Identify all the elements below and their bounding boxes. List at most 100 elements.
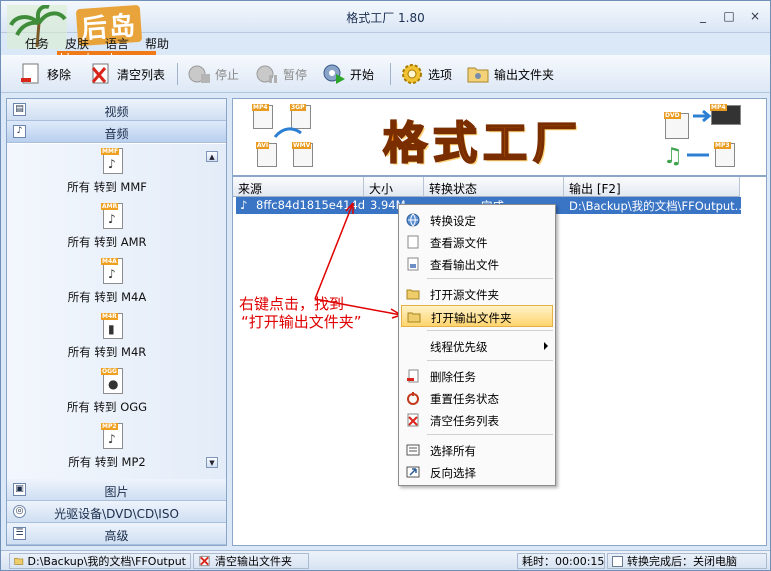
clear-list-button[interactable]: 清空列表 [89, 61, 165, 87]
menu-item-open-output-folder[interactable]: 打开输出文件夹 [401, 305, 553, 327]
3gp-file-icon: 3GP [290, 104, 311, 129]
clear-list-icon [89, 62, 113, 86]
remove-label: 移除 [47, 67, 72, 82]
app-banner: MP4 3GP AVI WMV 格式工厂 DVD MP4 MP3 ♫ [232, 98, 767, 176]
row-output: D:\Backup\我的文档\FFOutput... [569, 199, 741, 213]
pause-icon [255, 62, 279, 86]
audio-item-m4a[interactable]: M4A ♪ 所有 转到 M4A [7, 258, 207, 313]
start-label: 开始 [350, 67, 375, 82]
menu-separator [427, 434, 553, 435]
remove-button[interactable]: 移除 [19, 61, 71, 87]
submenu-arrow-icon [544, 342, 548, 350]
menu-item-delete-task[interactable]: 删除任务 [401, 365, 553, 387]
menu-help[interactable]: 帮助 [137, 33, 177, 53]
audio-item-m4r[interactable]: M4R ▮ 所有 转到 M4R [7, 313, 207, 368]
category-advanced[interactable]: ☰ 高级 [7, 523, 226, 545]
shutdown-checkbox[interactable] [612, 555, 623, 567]
m4r-file-icon: M4R ▮ [101, 313, 123, 339]
options-button[interactable]: 选项 [400, 61, 452, 87]
window-controls: _ □ × [696, 9, 762, 23]
menu-separator [427, 330, 553, 331]
audio-format-list: MMF ♪ 所有 转到 MMF AMR ♪ 所有 转到 AMR M4A ♪ 所有 转到… [7, 144, 226, 479]
audio-item-label: 所有 转到 M4A [67, 290, 147, 304]
audio-item-label: 所有 转到 M4R [67, 345, 147, 359]
app-window: 格式工厂 1.80 _ □ × 后岛 bbs.houdao.com 任务 皮肤 … [0, 0, 771, 571]
invert-selection-icon [406, 466, 420, 478]
output-path-button[interactable]: D:\Backup\我的文档\FFOutput [9, 553, 191, 569]
mmf-file-icon: MMF ♪ [101, 148, 123, 174]
menu-item-view-source[interactable]: 查看源文件 [401, 231, 553, 253]
svg-text:♫: ♫ [663, 144, 683, 167]
category-picture[interactable]: ▣ 图片 [7, 479, 226, 501]
category-video-label: 视频 [104, 105, 129, 119]
status-bar: D:\Backup\我的文档\FFOutput 清空输出文件夹 耗时：00:00… [1, 550, 770, 570]
output-folder-button[interactable]: 输出文件夹 [466, 61, 554, 87]
audio-item-amr[interactable]: AMR ♪ 所有 转到 AMR [7, 203, 207, 258]
category-audio[interactable]: ♪ 音频 [7, 121, 226, 143]
folder-icon [14, 557, 24, 565]
banner-title: 格式工厂 [382, 117, 583, 170]
select-all-icon [406, 444, 420, 456]
delete-icon [407, 369, 419, 383]
menu-language[interactable]: 语言 [97, 33, 137, 53]
convert-arrow-icon [273, 127, 302, 138]
menu-item-view-output[interactable]: 查看输出文件 [401, 253, 553, 275]
column-output[interactable]: 输出 [F2] [564, 177, 740, 197]
scroll-down-button[interactable]: ▼ [206, 457, 218, 468]
menu-item-clear-tasks[interactable]: 清空任务列表 [401, 409, 553, 431]
document-icon [407, 257, 419, 271]
wmv-file-icon: WMV [292, 142, 313, 167]
audio-item-ogg[interactable]: OGG ● 所有 转到 OGG [7, 368, 207, 423]
annotation-line2: “打开输出文件夹” [241, 313, 362, 331]
category-picture-label: 图片 [104, 485, 129, 499]
start-icon [322, 62, 346, 86]
scroll-up-button[interactable]: ▲ [206, 151, 218, 162]
menu-item-convert-settings[interactable]: 转换设定 [401, 209, 553, 231]
pause-label: 暂停 [283, 67, 308, 82]
audio-item-mp2[interactable]: MP2 ♪ 所有 转到 MP2 [7, 423, 207, 478]
minimize-button[interactable]: _ [696, 9, 710, 23]
menu-item-reset-status[interactable]: 重置任务状态 [401, 387, 553, 409]
convert-arrow-icon [693, 109, 712, 123]
music-note-icon: ♫ [663, 144, 709, 167]
close-button[interactable]: × [748, 9, 762, 23]
shutdown-after-convert[interactable]: 转换完成后：关闭电脑 [607, 553, 767, 569]
start-button[interactable]: 开始 [322, 61, 374, 87]
category-video[interactable]: ▤ 视频 [7, 99, 226, 121]
folder-icon [407, 312, 421, 323]
mp4-file-icon: MP4 [252, 104, 273, 129]
clear-output-folder-button[interactable]: 清空输出文件夹 [193, 553, 309, 569]
clear-icon [199, 555, 210, 567]
audio-item-label: 所有 转到 MP2 [68, 455, 146, 469]
clear-list-icon [407, 413, 419, 427]
category-optical[interactable]: ◎ 光驱设备\DVD\CD\ISO [7, 501, 226, 523]
menu-separator [427, 278, 553, 279]
menu-item-invert-selection[interactable]: 反向选择 [401, 461, 553, 483]
remove-icon [19, 62, 43, 86]
stop-label: 停止 [215, 67, 240, 82]
toolbar-separator [177, 63, 178, 85]
column-status[interactable]: 转换状态 [424, 177, 564, 197]
menu-task[interactable]: 任务 [17, 33, 57, 53]
gear-icon [400, 62, 424, 86]
toolbar-separator [390, 63, 391, 85]
menu-item-select-all[interactable]: 选择所有 [401, 439, 553, 461]
maximize-button[interactable]: □ [722, 9, 736, 23]
mp2-file-icon: MP2 ♪ [101, 423, 123, 449]
psp-icon: MP4 [710, 104, 741, 125]
clear-list-label: 清空列表 [117, 67, 166, 82]
menu-item-thread-priority[interactable]: 线程优先级 [401, 335, 553, 357]
pause-button[interactable]: 暂停 [255, 61, 307, 87]
audio-item-label: 所有 转到 OGG [66, 400, 148, 414]
audio-item-mmf[interactable]: MMF ♪ 所有 转到 MMF [7, 148, 207, 203]
globe-icon [406, 213, 420, 227]
amr-file-icon: AMR ♪ [101, 203, 123, 229]
menu-separator [427, 360, 553, 361]
category-advanced-label: 高级 [104, 529, 129, 543]
menu-item-open-source-folder[interactable]: 打开源文件夹 [401, 283, 553, 305]
audio-item-label: 所有 转到 AMR [67, 235, 147, 249]
menu-skin[interactable]: 皮肤 [57, 33, 97, 53]
stop-button[interactable]: 停止 [187, 61, 239, 87]
menu-bar: 任务 皮肤 语言 帮助 [1, 33, 770, 53]
context-menu: 转换设定 查看源文件 查看输出文件 打开源文件夹 打开输出文件夹 线程优先级 删… [398, 204, 556, 486]
